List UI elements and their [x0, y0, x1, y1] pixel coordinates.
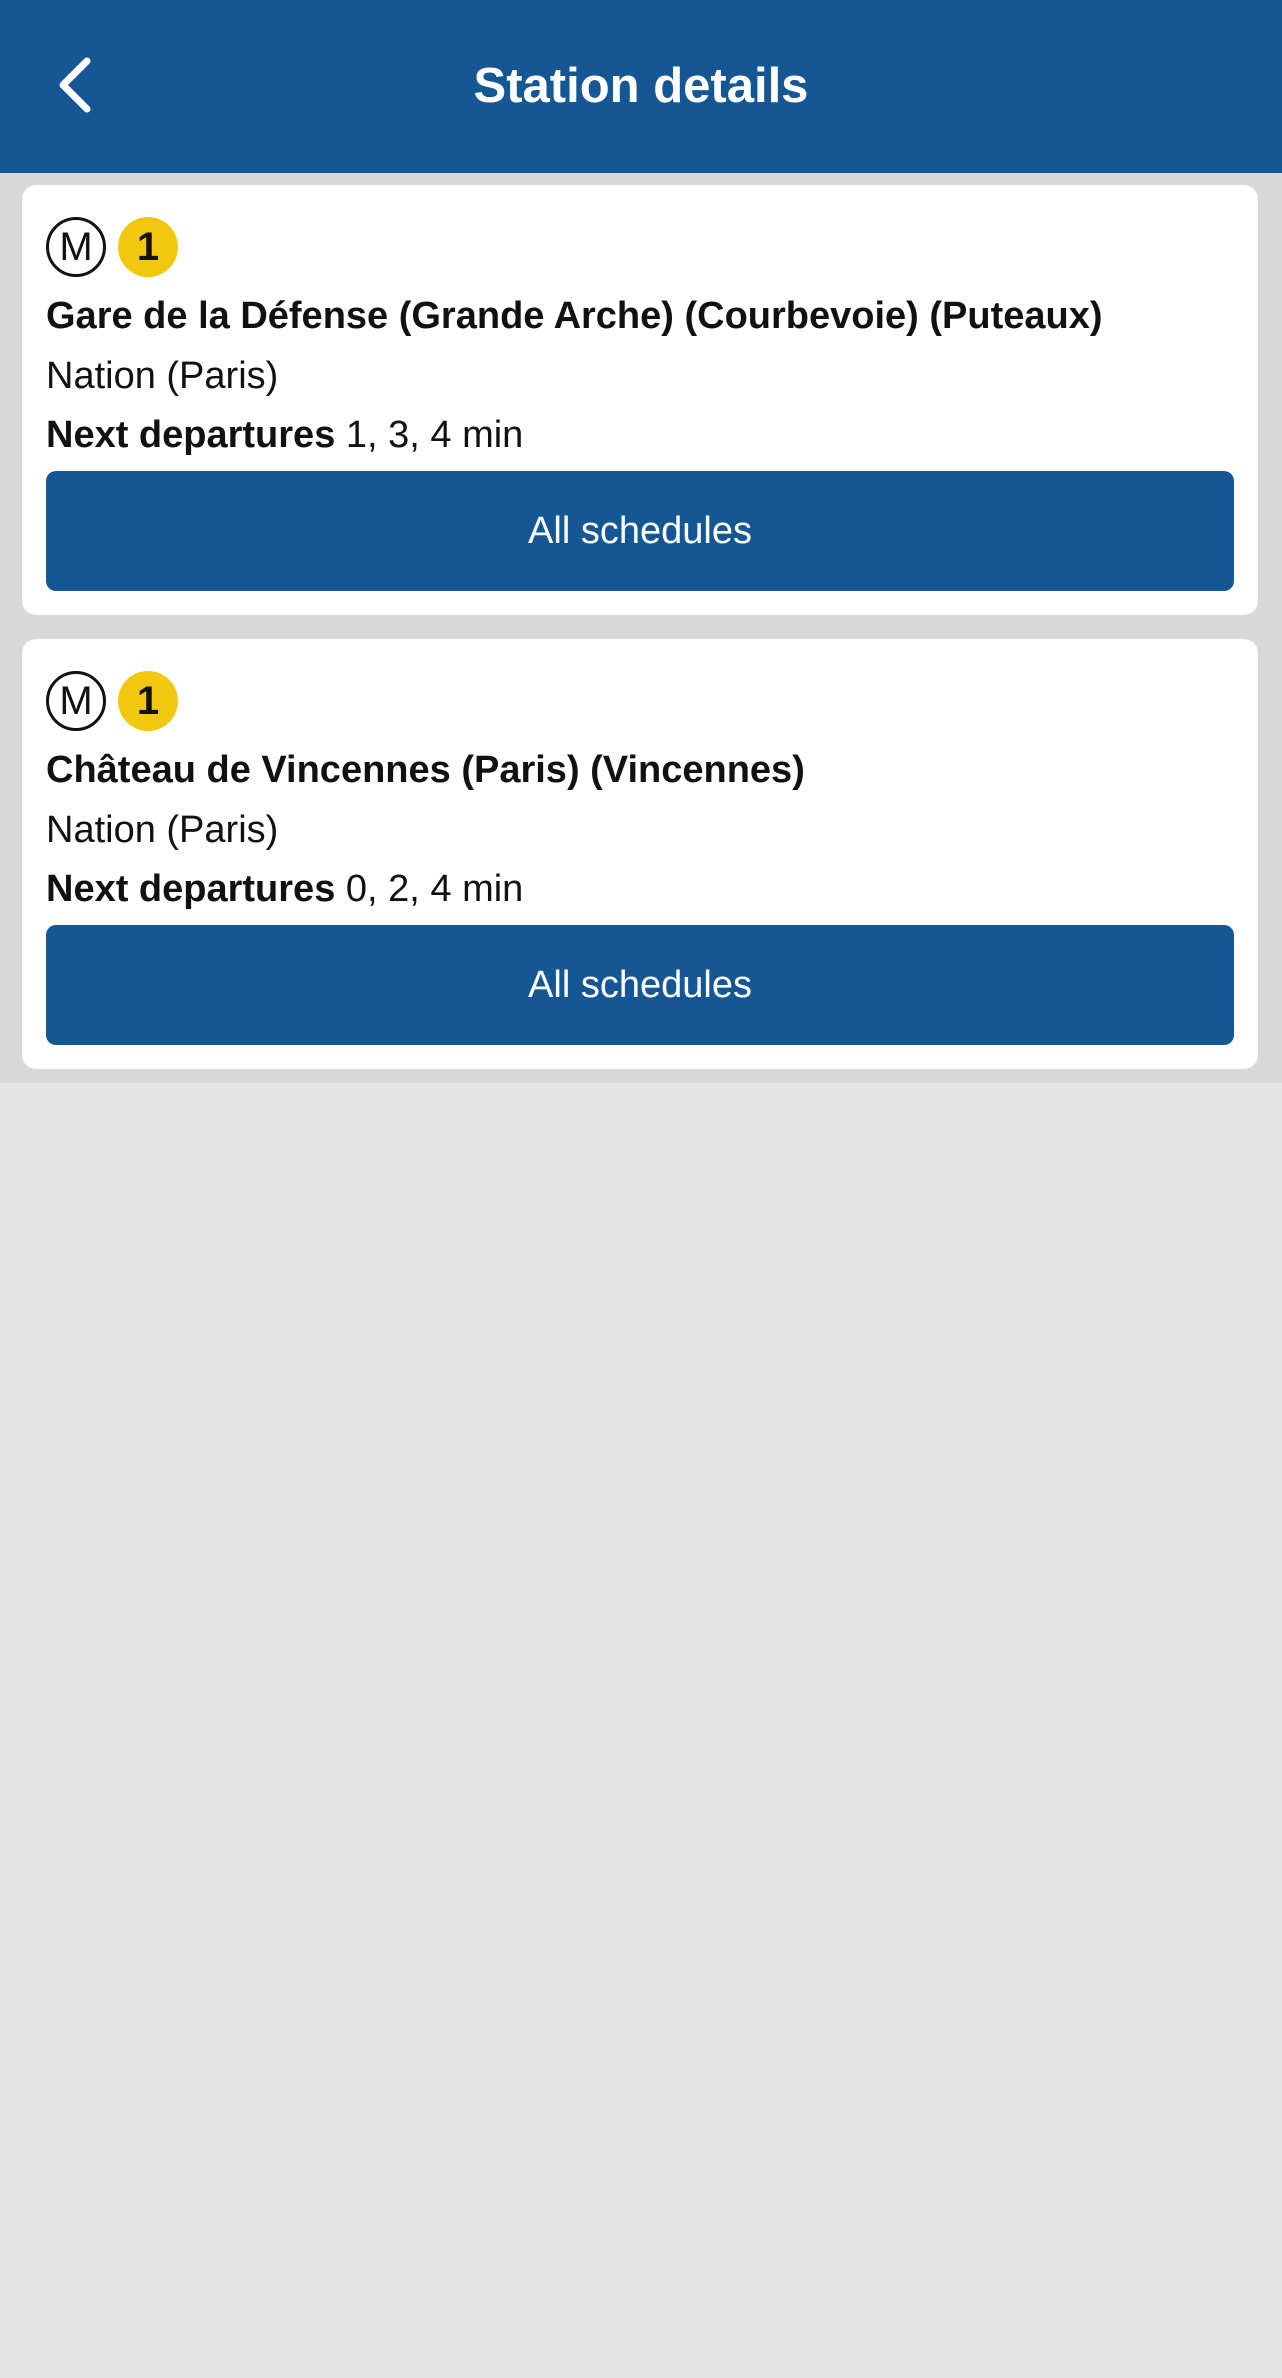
destination-name: Château de Vincennes (Paris) (Vincennes): [46, 749, 805, 791]
next-departures-label: Next departures: [46, 868, 336, 910]
page-title: Station details: [473, 59, 809, 113]
all-schedules-button[interactable]: All schedules: [46, 471, 1234, 591]
app-header: Station details: [0, 0, 1282, 173]
line-badges: M 1: [46, 217, 178, 277]
all-schedules-button[interactable]: All schedules: [46, 925, 1234, 1045]
line-1-badge: 1: [118, 217, 178, 277]
station-name: Nation (Paris): [46, 355, 279, 397]
next-departures: Next departures 0, 2, 4 min: [46, 868, 523, 911]
departure-card: M 1 Château de Vincennes (Paris) (Vincen…: [22, 639, 1258, 1069]
metro-icon: M: [46, 217, 106, 277]
station-name: Nation (Paris): [46, 809, 279, 851]
destination-name: Gare de la Défense (Grande Arche) (Courb…: [46, 295, 1103, 337]
line-1-badge: 1: [118, 671, 178, 731]
next-departures-label: Next departures: [46, 414, 336, 456]
line-badges: M 1: [46, 671, 178, 731]
metro-icon: M: [46, 671, 106, 731]
next-departures-times: 1, 3, 4 min: [345, 414, 524, 456]
next-departures: Next departures 1, 3, 4 min: [46, 414, 523, 457]
departures-list: M 1 Gare de la Défense (Grande Arche) (C…: [0, 173, 1282, 1083]
departure-card: M 1 Gare de la Défense (Grande Arche) (C…: [22, 185, 1258, 615]
next-departures-times: 0, 2, 4 min: [345, 868, 524, 910]
